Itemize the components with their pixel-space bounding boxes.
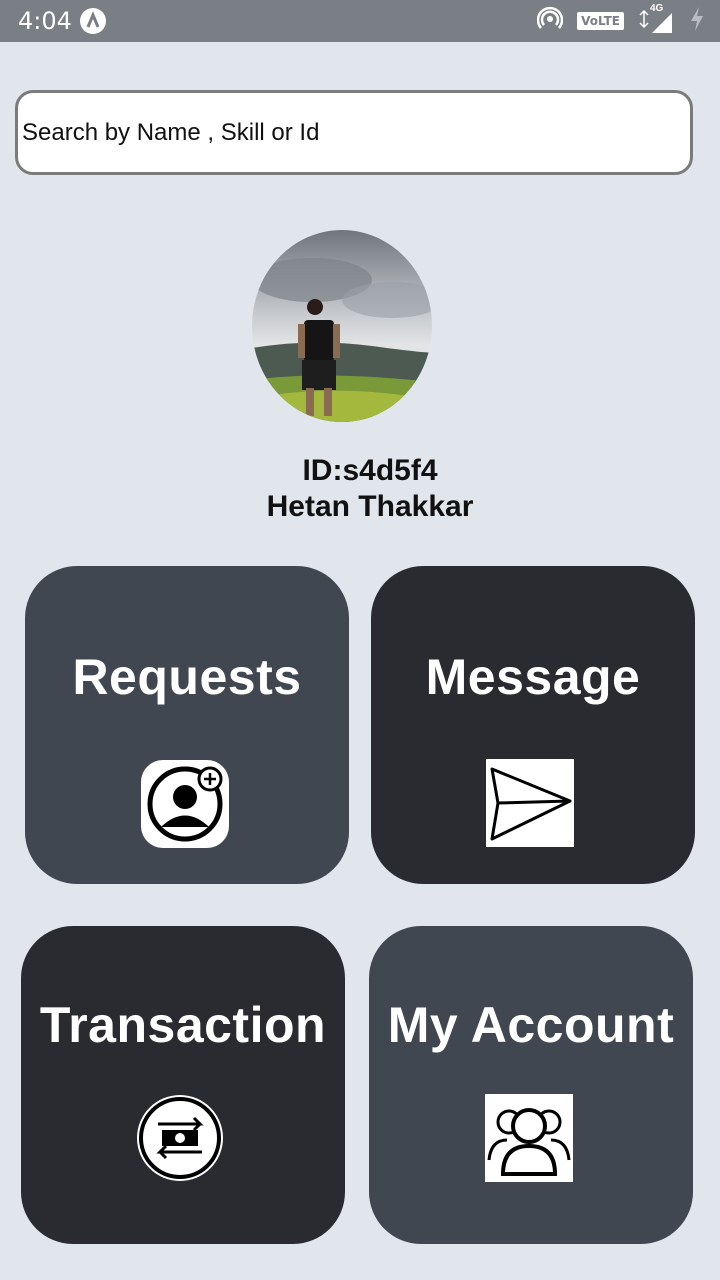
hotspot-icon [536,6,564,37]
signal-icon: 4G [638,3,674,35]
app-notification-icon [80,8,106,34]
add-user-icon [141,760,229,848]
requests-label: Requests [72,649,302,705]
my-account-label: My Account [387,997,675,1053]
my-account-card[interactable]: My Account [369,926,693,1244]
transaction-card[interactable]: Transaction [21,926,345,1244]
profile-avatar[interactable] [252,230,432,422]
transaction-label: Transaction [39,997,327,1053]
requests-card[interactable]: Requests [25,566,349,884]
battery-charging-icon [688,5,706,38]
profile-name: Hetan Thakkar [266,490,474,523]
group-users-icon [485,1094,573,1182]
volte-badge: VoLTE [577,12,624,30]
send-icon [486,759,574,847]
status-bar: 4:04 VoLTE 4G [0,0,720,42]
search-input[interactable] [18,93,690,172]
status-icons: VoLTE 4G [536,3,706,38]
profile-id: ID:s4d5f4 [302,454,438,487]
search-field-container[interactable] [15,90,693,175]
money-transfer-icon [136,1094,224,1182]
message-label: Message [425,649,641,705]
status-time: 4:04 [18,7,72,35]
message-card[interactable]: Message [371,566,695,884]
